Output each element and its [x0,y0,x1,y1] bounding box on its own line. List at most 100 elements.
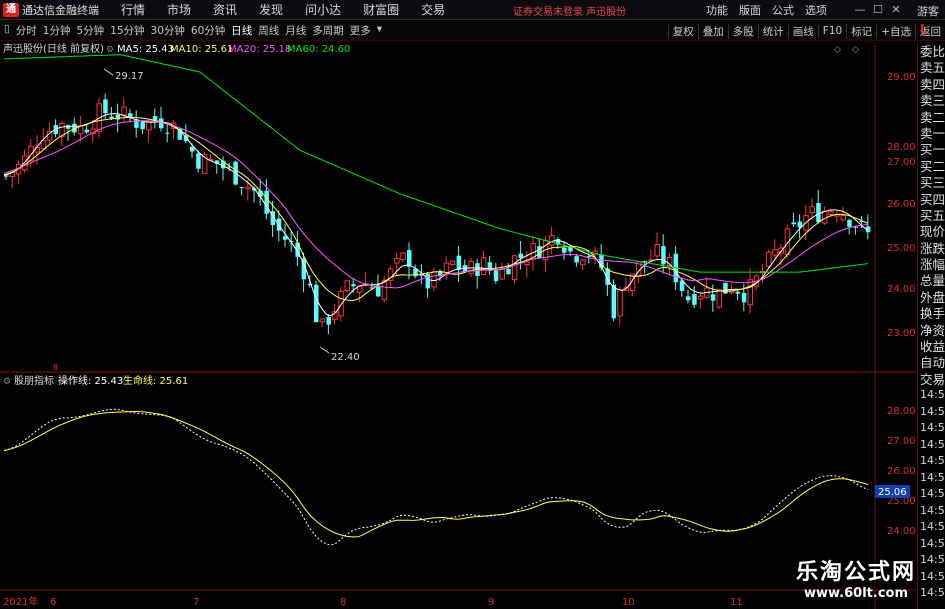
menu-function[interactable]: 功能 [706,2,728,18]
candle-body [562,247,567,253]
tick-time: 14:56 [920,470,945,484]
diamond-icon[interactable]: ◇ [834,45,841,55]
tick-time: 14:56 [920,503,945,517]
life-line [3,411,869,538]
app-logo-icon: 通 [3,2,19,17]
candle-body [654,244,660,257]
chart-tool-button[interactable]: +自选 [876,23,915,39]
period-button[interactable]: 多周期 [312,23,344,38]
candle-body [239,187,245,189]
candle-body [809,206,815,213]
more-dropdown-icon[interactable]: ▾ [377,23,382,38]
sub-settings-icon[interactable]: ⚙ [3,377,11,387]
quote-row-label: 自动 [920,355,945,371]
quote-row-label: 买一 [920,142,945,158]
candle-body [840,215,846,221]
candle-body [165,132,170,134]
menu-quotes[interactable]: 行情 [121,1,145,18]
tick-time: 14:56 [920,404,945,418]
quote-row-label: 总量 [920,273,945,289]
candle-body [109,116,114,119]
menu-wealth[interactable]: 财富圈 [363,1,399,18]
sub-y-axis: 28.00 27.00 26.00 25.00 24.00 [887,406,916,537]
guest-user[interactable]: 游客 [917,3,939,19]
menu-news[interactable]: 资讯 [213,1,237,18]
x-month-label: 11 [730,597,743,608]
event-marker[interactable]: 8 [53,363,58,372]
watermark-url: www.60lt.com [803,586,909,601]
candle-body [728,290,735,294]
tick-time: 14:56 [920,421,945,434]
candle-body [264,190,269,214]
tick-time: 14:56 [920,437,945,451]
quote-row-label: 买三 [920,175,945,191]
watermark: 乐淘公式网 www.60lt.com [771,554,941,601]
x-year-label: 2021年 [3,595,38,608]
op-line-label: 操作线: 25.43 [58,374,123,387]
period-button[interactable]: 5分钟 [76,23,104,38]
quote-row-label: 买四 [920,191,945,207]
login-warning[interactable]: 证券交易未登录 声迅股份 [513,3,626,18]
menu-formula[interactable]: 公式 [772,2,794,18]
right-menu: 功能 版面 公式 选项 [695,2,827,18]
maximize-icon[interactable]: ☐ [869,3,887,16]
x-month-label: 9 [488,597,494,608]
period-button[interactable]: 月线 [285,23,306,38]
candle-body [828,211,834,215]
minimize-icon[interactable]: — [851,3,869,16]
candle-body [351,284,356,287]
watermark-title: 乐淘公式网 [795,560,916,585]
menu-ask[interactable]: 问小达 [305,1,341,18]
tick-time: 14:56 [920,520,945,533]
y-tick: 25.00 [887,243,916,254]
candle-body [314,284,319,323]
period-button[interactable]: 30分钟 [151,23,185,38]
period-button[interactable]: 1分钟 [43,23,71,38]
menu-market[interactable]: 市场 [167,1,191,18]
diamond-icon-2[interactable]: ◇ [852,45,859,55]
kline-chart[interactable]: 声迅股份(日线 前复权) ⚙ MA5: 25.43 MA10: 25.61 MA… [0,42,916,609]
chart-tool-button[interactable]: 复权 [667,23,698,39]
candle-body [196,153,201,169]
chart-tool-button[interactable]: F10 [817,25,846,37]
menu-discover[interactable]: 发现 [259,1,283,18]
period-button[interactable]: 15分钟 [110,23,144,38]
period-buttons: ▯ 分时 1分钟 5分钟 15分钟 30分钟 60分钟 日线 周线 月线 多周期 更多 ▾ [0,23,388,38]
candle-body [506,268,511,275]
candle-body [425,273,431,289]
candle-body [710,294,716,301]
menu-trade[interactable]: 交易 [421,1,445,18]
candle-body [599,254,604,268]
settings-gear-icon[interactable]: ⚙ [106,45,114,55]
quote-side-panel[interactable]: 委比 卖五 卖四 卖三 卖二 卖一 买一 买二 买三 买四 买五 现价 涨跌 涨幅 总量 外盘 换手 净资 收益 自动… [917,42,945,609]
period-button[interactable]: 周线 [258,23,279,38]
chart-tool-button[interactable]: 统计 [757,23,788,39]
candle-body [847,219,852,227]
chart-tool-button[interactable]: 叠加 [697,23,728,39]
period-button[interactable]: 分时 [16,23,37,38]
chart-tool-button[interactable]: 标记 [846,23,876,39]
chart-area[interactable]: 声迅股份(日线 前复权) ⚙ MA5: 25.43 MA10: 25.61 MA… [0,42,916,609]
sub-y-tick: 28.00 [887,406,916,417]
y-tick: 26.00 [887,199,916,210]
menu-options[interactable]: 选项 [805,2,827,18]
candle-body [821,210,828,224]
chart-tool-button[interactable]: 多股 [727,23,758,39]
candle-body [443,262,450,274]
ma60-line [3,54,869,273]
candle-body [493,270,499,282]
quote-row-label: 卖五 [920,60,945,76]
quote-row-label: 收益 [920,339,945,355]
menu-layout[interactable]: 版面 [739,2,761,18]
close-icon[interactable]: ✕ [887,3,905,16]
high-label: 29.17 [115,71,144,82]
period-button[interactable]: 更多 [350,23,371,38]
toolbar-grip-icon[interactable]: ▯ [4,23,10,38]
quote-row-label: 现价 [920,224,945,240]
candle-body [511,255,518,281]
period-button[interactable]: 日线 [231,23,252,38]
candle-body [580,259,586,266]
candle-body [766,251,772,267]
period-button[interactable]: 60分钟 [191,23,225,38]
chart-tool-button[interactable]: 画线 [787,23,818,39]
